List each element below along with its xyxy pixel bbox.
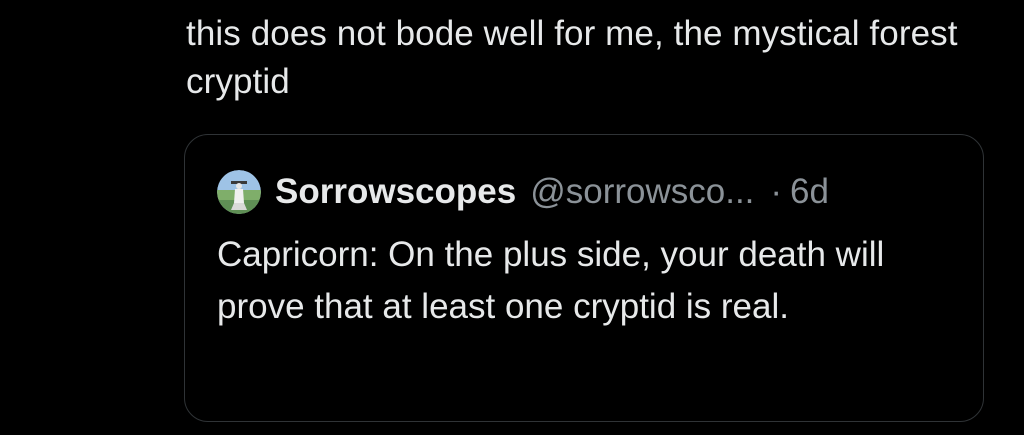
quoted-display-name[interactable]: Sorrowscopes bbox=[275, 172, 516, 212]
landscape-figure-avatar-icon bbox=[217, 170, 261, 214]
quoted-tweet-header: Sorrowscopes @sorrowsco... · 6d bbox=[217, 169, 829, 215]
quoted-timestamp[interactable]: 6d bbox=[790, 172, 829, 212]
dot-separator: · bbox=[770, 172, 783, 211]
avatar[interactable] bbox=[217, 170, 261, 214]
tweet-text: this does not bode well for me, the myst… bbox=[186, 14, 958, 101]
quoted-handle[interactable]: @sorrowsco... bbox=[530, 172, 754, 212]
quoted-tweet-card[interactable]: Sorrowscopes @sorrowsco... · 6d Capricor… bbox=[184, 134, 984, 422]
quoted-tweet-text: Capricorn: On the plus side, your death … bbox=[217, 235, 885, 326]
